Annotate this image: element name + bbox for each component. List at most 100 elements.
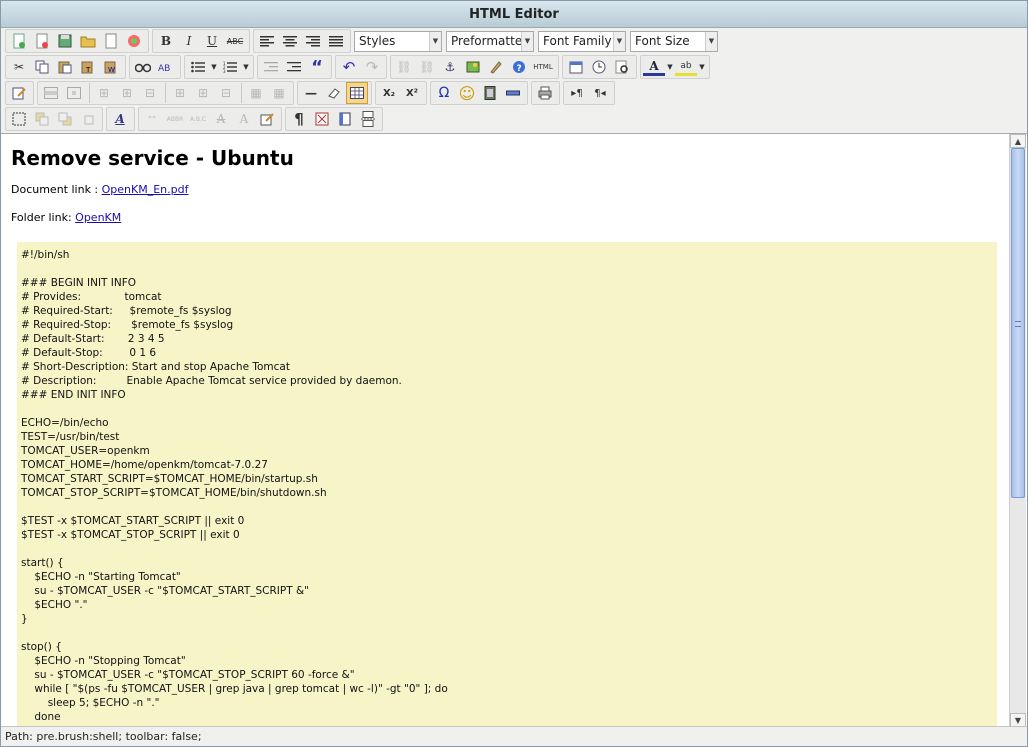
scrollbar-thumb[interactable] [1011,148,1025,498]
visual-chars-icon[interactable] [311,108,333,130]
unlink-icon[interactable]: ⛓ [416,56,438,78]
copy-icon[interactable] [31,56,53,78]
insert-row-before-icon[interactable]: ⊞ [93,82,115,104]
preview-icon[interactable] [611,56,633,78]
indent-icon[interactable] [283,56,305,78]
font-size-select[interactable]: Font Size ▼ [630,30,718,52]
style-props-icon[interactable]: A [109,108,131,130]
replace-icon[interactable]: AB [155,56,177,78]
html-source-button[interactable]: HTML [531,56,555,78]
color-group: A ▼ ab ▼ [640,55,710,79]
editor-area[interactable]: Remove service - Ubuntu Document link : … [1,133,1027,726]
chevron-down-icon[interactable]: ▼ [210,56,218,78]
document-content[interactable]: Remove service - Ubuntu Document link : … [1,134,1009,726]
bold-button[interactable]: B [155,30,177,52]
delete-row-icon[interactable]: ⊟ [139,82,161,104]
align-center-icon[interactable] [279,30,301,52]
align-left-icon[interactable] [256,30,278,52]
rtl-icon[interactable]: ¶◂ [589,82,611,104]
styles-select[interactable]: Styles ▼ [354,30,442,52]
blank-page-icon[interactable] [100,30,122,52]
bullet-list-icon[interactable] [187,56,209,78]
insert-col-after-icon[interactable]: ⊞ [192,82,214,104]
edit-icon[interactable] [8,82,30,104]
insert-time-icon[interactable] [588,56,610,78]
attributes-icon[interactable] [256,108,278,130]
chevron-down-icon[interactable]: ▼ [666,56,674,78]
advanced-hr-icon[interactable] [502,82,524,104]
highlight-color-icon[interactable]: ab [675,58,697,76]
undo-icon[interactable]: ↶ [338,56,360,78]
font-family-select[interactable]: Font Family ▼ [538,30,626,52]
horizontal-rule-icon[interactable]: — [300,82,322,104]
toolbar-row-3: ⊞ ⊞ ⊟ ⊞ ⊞ ⊟ ▦ ▦ — X₂ X² Ω ☺ ▸¶ ¶◂ [5,80,618,106]
numbered-list-icon[interactable]: 123 [219,56,241,78]
document-heading: Remove service - Ubuntu [11,146,294,170]
folder-link[interactable]: OpenKM [75,211,121,224]
find-icon[interactable] [132,56,154,78]
cut-icon[interactable]: ✂ [8,56,30,78]
abbreviation-icon[interactable]: ABBR [164,108,186,130]
color-wheel-icon[interactable] [123,30,145,52]
special-char-icon[interactable]: Ω [433,82,455,104]
insert-date-icon[interactable] [565,56,587,78]
svg-text:?: ? [517,64,522,74]
acronym-icon[interactable]: A.B.C [187,108,209,130]
insertion-icon[interactable]: A [233,108,255,130]
document-link[interactable]: OpenKM_En.pdf [102,183,189,196]
move-backward-icon[interactable] [54,108,76,130]
list-group: ▼ 123 ▼ [184,55,254,79]
merge-cells-icon[interactable]: ▦ [268,82,290,104]
image-icon[interactable] [462,56,484,78]
redo-icon[interactable]: ↷ [361,56,383,78]
code-block[interactable]: #!/bin/sh ### BEGIN INIT INFO # Provides… [17,242,997,726]
paste-icon[interactable] [54,56,76,78]
superscript-button[interactable]: X² [401,82,423,104]
move-forward-icon[interactable] [31,108,53,130]
help-icon[interactable]: ? [508,56,530,78]
outdent-icon[interactable] [260,56,282,78]
strikethrough-button[interactable]: ABC [224,30,246,52]
align-right-icon[interactable] [302,30,324,52]
insert-col-before-icon[interactable]: ⊞ [169,82,191,104]
underline-button[interactable]: U [201,30,223,52]
new-template-icon[interactable] [31,30,53,52]
cite-icon[interactable]: “” [141,108,163,130]
insert-row-after-icon[interactable]: ⊞ [116,82,138,104]
chevron-down-icon[interactable]: ▼ [242,56,250,78]
scroll-down-icon[interactable]: ▼ [1010,713,1026,726]
scroll-up-icon[interactable]: ▲ [1010,134,1026,148]
save-icon[interactable] [54,30,76,52]
blockquote-icon[interactable]: “ [306,56,328,78]
show-blocks-icon[interactable]: ¶ [288,108,310,130]
insert-table-icon[interactable] [346,82,368,104]
paste-word-icon[interactable]: W [100,56,122,78]
table-cell-props-icon[interactable] [63,82,85,104]
link-icon[interactable]: ⛓ [393,56,415,78]
non-breaking-icon[interactable] [334,108,356,130]
print-icon[interactable] [534,82,556,104]
delete-col-icon[interactable]: ⊟ [215,82,237,104]
align-justify-icon[interactable] [325,30,347,52]
text-color-icon[interactable]: A [643,58,665,76]
new-document-icon[interactable] [8,30,30,52]
format-select[interactable]: Preformatted ▼ [446,30,534,52]
table-row-props-icon[interactable] [40,82,62,104]
cleanup-icon[interactable] [485,56,507,78]
emoticon-icon[interactable]: ☺ [456,82,478,104]
italic-button[interactable]: I [178,30,200,52]
subscript-button[interactable]: X₂ [378,82,400,104]
insert-layer-icon[interactable] [8,108,30,130]
paste-text-icon[interactable]: T [77,56,99,78]
remove-format-icon[interactable] [323,82,345,104]
anchor-icon[interactable]: ⚓ [439,56,461,78]
deletion-icon[interactable]: A [210,108,232,130]
vertical-scrollbar[interactable]: ▲ ▼ [1009,134,1026,726]
split-cells-icon[interactable]: ▦ [245,82,267,104]
ltr-icon[interactable]: ▸¶ [566,82,588,104]
absolute-position-icon[interactable] [77,108,99,130]
media-icon[interactable] [479,82,501,104]
open-folder-icon[interactable] [77,30,99,52]
chevron-down-icon[interactable]: ▼ [698,56,706,78]
page-break-icon[interactable] [357,108,379,130]
